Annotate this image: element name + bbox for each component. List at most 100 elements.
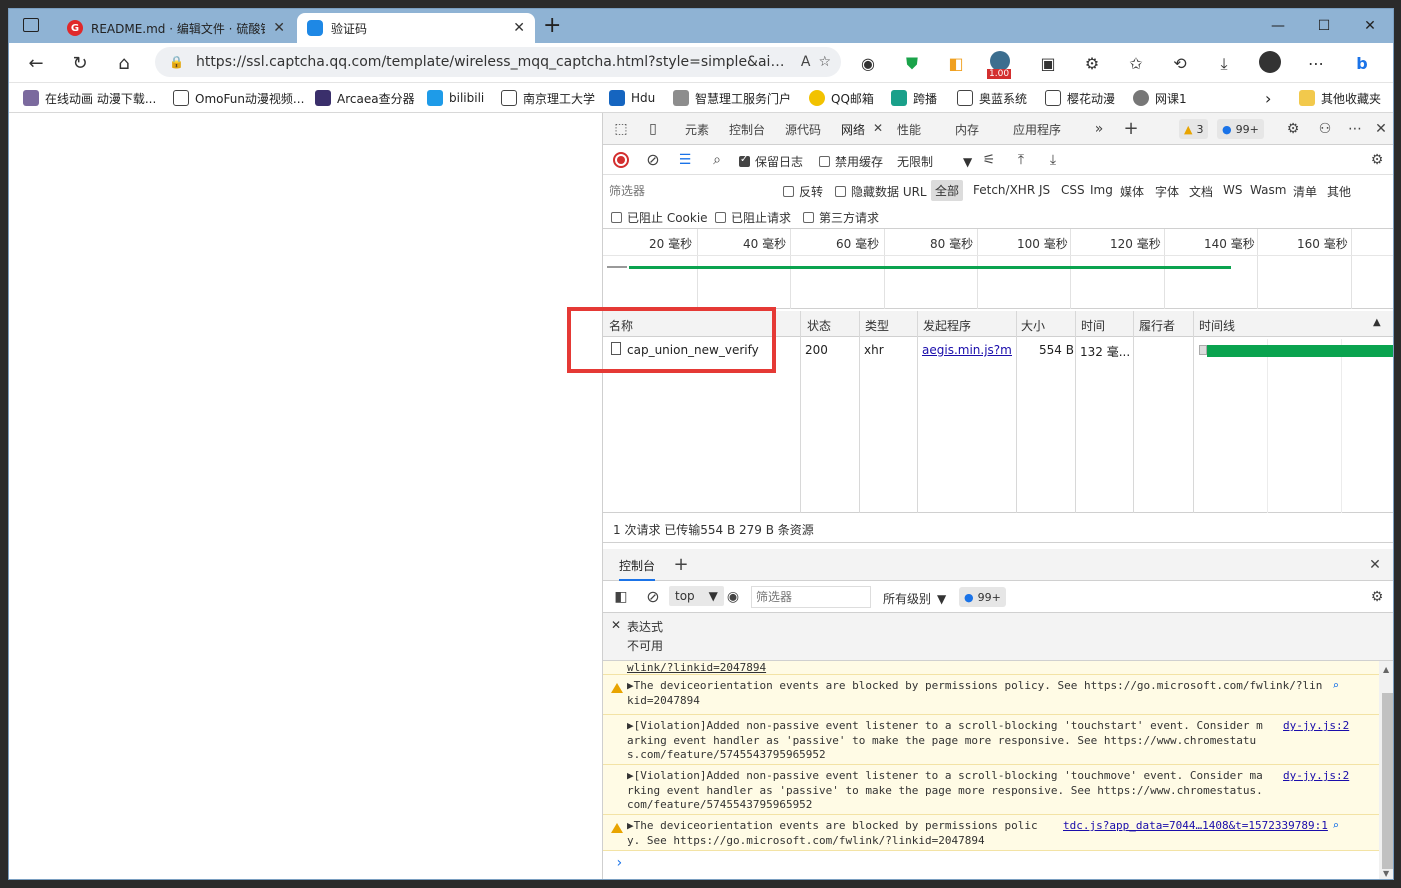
message-source[interactable]: dy-jy.js:2 [1283,769,1349,782]
history-icon[interactable]: ⟲ [1167,51,1193,77]
bookmark-item[interactable]: Arcaea查分器 [315,87,415,109]
message-source[interactable]: tdc.js?app_data=7044…1408&t=1572339789:1 [1063,819,1328,832]
close-devtools-icon[interactable]: ✕ [1371,119,1391,139]
extensions-icon[interactable]: ⚙ [1079,51,1105,77]
tab-elements[interactable]: 元素 [685,121,709,138]
tab-performance[interactable]: 性能 [897,121,921,138]
network-conditions-icon[interactable]: ⚟ [979,150,999,170]
scroll-up-icon[interactable]: ▲ [1383,665,1389,674]
minimize-icon[interactable]: — [1255,13,1301,39]
invert-checkbox[interactable]: 反转 [783,183,823,200]
favorite-add-icon[interactable]: ☆ [818,54,831,70]
settings-icon[interactable]: ⚙ [1283,119,1303,139]
sidebar-toggle-icon[interactable]: ◧ [611,587,631,607]
scroll-down-icon[interactable]: ▼ [1383,869,1389,878]
type-filter-xhr[interactable]: Fetch/XHR [973,183,1035,197]
settings-icon[interactable]: ⚙ [1367,150,1387,170]
bookmark-item[interactable]: Hdu [609,87,655,109]
column-type[interactable]: 类型 [865,317,889,334]
search-icon[interactable]: ⌕ [707,150,727,170]
request-initiator[interactable]: aegis.min.js?m... [922,343,1012,357]
settings-icon[interactable]: ⚙ [1367,587,1387,607]
tab-memory[interactable]: 内存 [955,121,979,138]
network-overview[interactable]: 20 毫秒 40 毫秒 60 毫秒 80 毫秒 100 毫秒 120 毫秒 14… [603,229,1393,309]
tab-sources[interactable]: 源代码 [785,121,821,138]
messages-badge[interactable]: ● 99+ [959,587,1006,607]
throttle-select[interactable]: 无限制 ▼ [897,153,972,170]
home-icon[interactable]: ⌂ [111,51,137,77]
device-toolbar-icon[interactable]: ▯ [643,119,663,139]
tab-captcha[interactable]: 验证码 ✕ [297,13,535,43]
search-icon[interactable]: ⌕ [1332,679,1339,692]
bookmark-item[interactable]: QQ邮箱 [809,87,874,109]
context-select[interactable]: top ▼ [669,586,724,606]
disable-cache-checkbox[interactable]: 禁用缓存 [819,153,883,170]
checkbox[interactable] [835,186,846,197]
bookmark-item[interactable]: 南京理工大学 [501,87,595,109]
type-filter-font[interactable]: 字体 [1155,183,1179,200]
expression-label[interactable]: 表达式 [627,618,663,635]
new-tab-icon[interactable]: + [543,13,561,38]
more-icon[interactable]: ⋯ [1303,51,1329,77]
extension-icon[interactable]: ◧ [943,51,969,77]
back-icon[interactable]: ← [23,51,49,77]
type-filter-css[interactable]: CSS [1061,183,1085,197]
column-waterfall[interactable]: 时间线 [1199,317,1235,334]
search-icon[interactable]: ⌕ [1332,819,1339,832]
third-party-checkbox[interactable]: 第三方请求 [803,209,879,226]
checkbox[interactable] [715,212,726,223]
refresh-icon[interactable]: ↻ [67,51,93,77]
favorites-icon[interactable]: ✩ [1123,51,1149,77]
lock-icon[interactable]: 🔒 [169,55,184,69]
upload-icon[interactable]: ⤒ [1011,150,1031,170]
column-fulfilled-by[interactable]: 履行者 [1139,317,1175,334]
checkbox[interactable] [739,154,750,167]
column-size[interactable]: 大小 [1021,317,1045,334]
blocked-cookie-checkbox[interactable]: 已阻止 Cookie [611,209,708,226]
drawer-tab-console[interactable]: 控制台 [619,557,656,581]
type-filter-all[interactable]: 全部 [931,180,964,201]
message-text[interactable]: wlink/?linkid=2047894 [627,661,1327,676]
bookmark-item[interactable]: 在线动画 动漫下载... [23,87,156,109]
more-icon[interactable]: ⋯ [1345,119,1365,139]
column-initiator[interactable]: 发起程序 [923,317,971,334]
console-filter-input[interactable] [751,586,871,608]
extension-icon[interactable]: ◉ [855,51,881,77]
checkbox[interactable] [783,186,794,197]
type-filter-manifest[interactable]: 清单 [1293,183,1317,200]
close-icon[interactable]: ✕ [513,20,525,36]
scroll-thumb[interactable] [1382,693,1393,869]
clear-icon[interactable]: ⊘ [643,150,663,170]
shield-extension-icon[interactable]: ⛊ [899,51,925,77]
bookmark-item[interactable]: bilibili [427,87,484,109]
console-prompt[interactable]: › [615,855,623,871]
type-filter-other[interactable]: 其他 [1327,183,1351,200]
remove-expression-icon[interactable]: ✕ [611,618,621,632]
customize-icon[interactable]: ⚇ [1315,119,1335,139]
type-filter-wasm[interactable]: Wasm [1250,183,1286,197]
tab-readme[interactable]: G README.md · 编辑文件 · 硫酸钡 ✕ [57,13,295,43]
bookmark-item[interactable]: OmoFun动漫视频... [173,87,304,109]
bookmark-item[interactable]: 跨播 [891,87,937,109]
bing-icon[interactable]: b [1349,51,1375,77]
record-icon[interactable] [613,152,629,168]
bookmark-item[interactable]: 网课1 [1133,87,1187,109]
filter-icon[interactable]: ☰ [675,150,695,170]
more-tabs-icon[interactable]: » [1089,119,1109,139]
hide-data-url-checkbox[interactable]: 隐藏数据 URL [835,183,927,200]
blocked-request-checkbox[interactable]: 已阻止请求 [715,209,791,226]
bookmark-item[interactable]: 智慧理工服务门户 [673,87,791,109]
filter-input[interactable] [609,181,775,201]
extension-icon[interactable]: ▣ [1035,51,1061,77]
inspect-icon[interactable]: ⬚ [611,119,631,139]
sort-asc-icon[interactable]: ▲ [1373,317,1381,328]
close-icon[interactable]: ✕ [273,20,285,36]
downloads-icon[interactable]: ⤓ [1211,51,1237,77]
download-icon[interactable]: ⤓ [1043,150,1063,170]
read-aloud-icon[interactable]: A [801,54,811,70]
close-drawer-icon[interactable]: ✕ [1365,555,1385,575]
message-source[interactable]: dy-jy.js:2 [1283,719,1349,732]
clear-console-icon[interactable]: ⊘ [643,587,663,607]
bookmark-item[interactable]: 樱花动漫 [1045,87,1115,109]
tab-network[interactable]: 网络 [841,121,865,138]
